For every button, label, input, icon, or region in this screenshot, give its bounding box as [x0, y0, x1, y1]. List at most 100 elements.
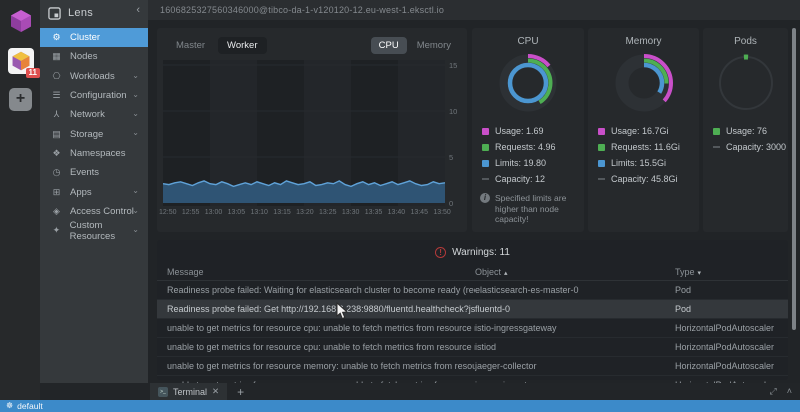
custom-resources-icon: ✦	[52, 225, 61, 236]
sidebar-item-label: Workloads	[70, 70, 115, 82]
limits-legend-swatch	[598, 159, 605, 167]
sidebar-item-events[interactable]: ◷ Events	[40, 163, 148, 182]
lens-logo-icon	[48, 6, 61, 20]
warnings-table-header: Message Object ▴ Type ▾	[157, 264, 788, 281]
capacity-legend-dash	[482, 178, 489, 180]
memory-limits-value: Limits: 15.5Gi	[611, 158, 667, 168]
active-namespace[interactable]: default	[17, 401, 43, 411]
sidebar-item-workloads[interactable]: ⎔ Workloads ⌄	[40, 67, 148, 86]
sidebar-item-nodes[interactable]: ▦ Nodes	[40, 47, 148, 66]
memory-legend: Usage: 16.7Gi Requests: 11.6Gi Limits: 1…	[598, 123, 699, 187]
workloads-icon: ⎔	[52, 70, 61, 81]
chevron-down-icon: ⌄	[132, 224, 139, 234]
sidebar-item-namespaces[interactable]: ❖ Namespaces	[40, 144, 148, 163]
lens-app-window: 11 + Lens ‹ ⚙ Cluster ▦ Nodes ⎔ Workload…	[0, 0, 800, 412]
column-message[interactable]: Message	[167, 267, 475, 277]
warnings-header: ! Warnings: 11	[157, 240, 788, 264]
sidebar-item-label: Network	[70, 109, 105, 121]
table-row[interactable]: unable to get metrics for resource cpu: …	[157, 319, 788, 338]
y-axis-tick: 5	[449, 153, 454, 162]
cpu-usage-area-chart	[163, 60, 445, 206]
toggle-cpu[interactable]: CPU	[370, 37, 407, 54]
sidebar-item-cluster[interactable]: ⚙ Cluster	[40, 28, 148, 48]
memory-capacity-value: Capacity: 45.8Gi	[611, 174, 678, 184]
cluster-gear-icon: ⚙	[52, 32, 61, 43]
toggle-memory[interactable]: Memory	[409, 37, 459, 54]
cluster-icon-1[interactable]	[8, 8, 34, 34]
vertical-scrollbar[interactable]	[792, 28, 796, 330]
collapse-dock-icon[interactable]: ˄	[787, 386, 792, 397]
node-role-tabs: Master Worker	[167, 37, 267, 54]
sidebar-item-apps[interactable]: ⊞ Apps ⌄	[40, 182, 148, 201]
namespace-icon: ☸	[6, 401, 14, 410]
topbar: 1606825327560346000@tibco-da-1-v120120-1…	[148, 0, 800, 20]
chevron-down-icon: ⌄	[132, 186, 139, 196]
access-control-shield-icon: ◈	[53, 205, 60, 216]
cluster-url: 1606825327560346000@tibco-da-1-v120120-1…	[160, 5, 445, 15]
sidebar-item-label: Namespaces	[70, 147, 126, 159]
apps-grid-icon: ⊞	[52, 186, 61, 197]
tab-worker[interactable]: Worker	[218, 37, 267, 54]
sidebar-item-access-control[interactable]: ◈ Access Control ⌄	[40, 202, 148, 221]
sidebar-item-label: Storage	[70, 128, 104, 140]
usage-legend-swatch	[598, 127, 605, 135]
memory-card-title: Memory	[625, 36, 662, 47]
table-row[interactable]: Readiness probe failed: Waiting for elas…	[157, 281, 788, 300]
requests-legend-swatch	[482, 143, 489, 151]
pods-metrics-card: Pods Usage: 76 Capacity: 3000	[703, 28, 788, 232]
usage-legend-swatch	[713, 127, 720, 135]
expand-dock-icon[interactable]: ⤢	[770, 386, 777, 397]
terminal-icon: >_	[158, 386, 168, 397]
table-row-highlighted[interactable]: Readiness probe failed: Get http://192.1…	[157, 300, 788, 319]
column-type[interactable]: Type ▾	[675, 267, 778, 277]
sidebar-item-storage[interactable]: ▤ Storage ⌄	[40, 124, 148, 143]
sidebar-item-label: Configuration	[70, 90, 127, 102]
dock-controls: ⤢ ˄	[770, 386, 792, 397]
sidebar: Lens ‹ ⚙ Cluster ▦ Nodes ⎔ Workloads ⌄ ☰…	[40, 0, 148, 383]
cpu-usage-value: Usage: 1.69	[495, 126, 544, 136]
cpu-legend: Usage: 1.69 Requests: 4.96 Limits: 19.80…	[482, 123, 584, 187]
chevron-down-icon: ⌄	[132, 109, 139, 119]
memory-donut-chart	[614, 54, 673, 112]
warning-count-badge: 11	[25, 68, 40, 78]
terminal-tab-label: Terminal	[173, 386, 208, 397]
close-icon[interactable]: ✕	[212, 386, 219, 397]
mouse-cursor	[336, 302, 348, 320]
y-axis-tick: 15	[449, 61, 458, 70]
add-cluster-button[interactable]: +	[9, 88, 32, 111]
table-row[interactable]: unable to get metrics for resource memor…	[157, 357, 788, 376]
sidebar-item-label: Events	[70, 167, 100, 179]
status-bar: ☸ default	[0, 400, 800, 412]
app-brand: Lens	[68, 7, 94, 19]
sidebar-item-configuration[interactable]: ☰ Configuration ⌄	[40, 86, 148, 105]
cluster-icon-2[interactable]: 11	[8, 48, 40, 78]
cpu-limit-warning: i Specified limits are higher than node …	[480, 193, 576, 225]
chevron-down-icon: ⌄	[132, 89, 139, 99]
sidebar-nav: ⚙ Cluster ▦ Nodes ⎔ Workloads ⌄ ☰ Config…	[40, 28, 148, 242]
metric-type-toggle: CPU Memory	[370, 37, 459, 54]
chevron-down-icon: ⌄	[132, 205, 139, 215]
terminal-tab[interactable]: >_ Terminal ✕	[150, 383, 228, 400]
sidebar-item-custom-resources[interactable]: ✦ Custom Resources ⌄	[40, 220, 148, 242]
area-chart-svg	[163, 60, 445, 206]
column-object[interactable]: Object ▴	[475, 267, 675, 277]
new-terminal-button[interactable]: +	[237, 385, 244, 399]
pods-donut-chart	[717, 54, 774, 112]
purple-cube-icon	[11, 10, 31, 32]
sidebar-header: Lens ‹	[40, 0, 148, 22]
tab-master[interactable]: Master	[167, 37, 214, 54]
sidebar-item-label: Cluster	[70, 32, 101, 44]
cpu-card-title: CPU	[517, 36, 539, 47]
warnings-count: Warnings: 11	[452, 246, 510, 258]
cluster-overview: Master Worker CPU Memory 15 10 5 0 12:50…	[148, 20, 800, 395]
sidebar-item-label: Access Control	[70, 205, 134, 217]
dock-bar: >_ Terminal ✕ + ⤢ ˄	[40, 383, 800, 400]
sidebar-collapse-icon[interactable]: ‹	[136, 4, 140, 16]
info-icon: i	[480, 193, 490, 203]
sidebar-item-label: Apps	[70, 186, 92, 198]
table-row[interactable]: unable to get metrics for resource cpu: …	[157, 338, 788, 357]
capacity-legend-dash	[713, 146, 720, 148]
sidebar-item-network[interactable]: ⅄ Network ⌄	[40, 105, 148, 124]
chevron-down-icon: ⌄	[132, 128, 139, 138]
memory-metrics-card: Memory Usage: 16.7Gi Requests: 11.6Gi Li…	[588, 28, 699, 232]
